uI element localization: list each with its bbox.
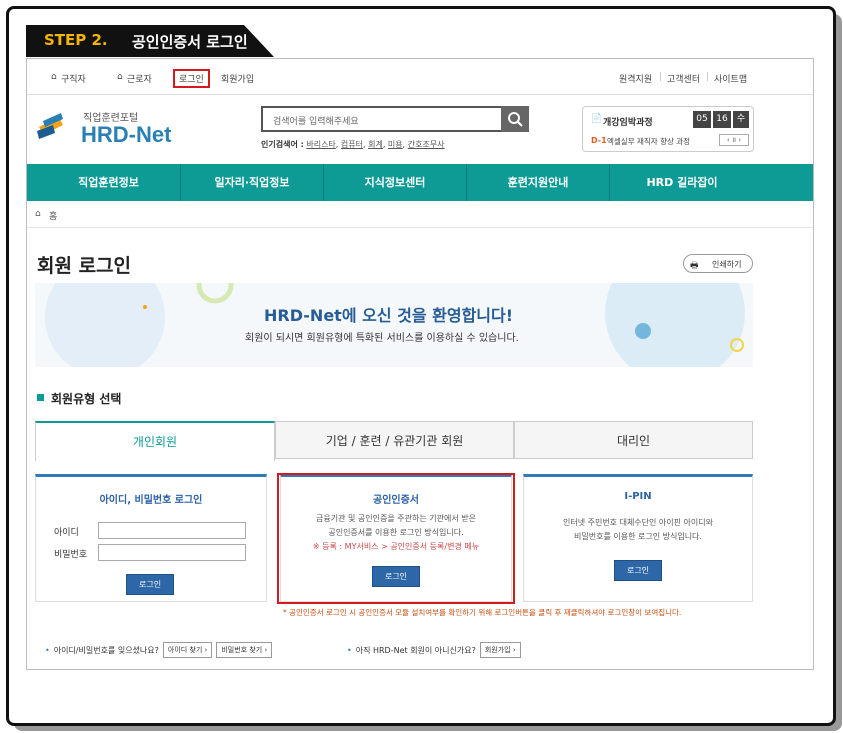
nav-job-info[interactable]: 일자리·직업정보: [181, 164, 324, 201]
not-member-text: 아직 HRD-Net 회원이 아니신가요?: [355, 645, 476, 655]
opening-title: 개강임박과정: [603, 118, 653, 128]
search-icon: [508, 112, 523, 127]
search-input[interactable]: 검색어를 입력해주세요: [261, 106, 529, 132]
customer-center-link[interactable]: 고객센터: [667, 72, 700, 85]
nav-knowledge-center[interactable]: 지식정보센터: [324, 164, 467, 201]
highlight-box: [277, 473, 515, 604]
carousel-controls[interactable]: ‹ ॥ ›: [719, 134, 749, 146]
search-placeholder: 검색어를 입력해주세요: [273, 117, 359, 127]
join-button[interactable]: 회원가입 ›: [479, 642, 521, 658]
forgot-text: 아이디/비밀번호를 잊으셨나요?: [53, 645, 159, 655]
logo-icon: [37, 111, 67, 139]
id-login-title: 아이디, 비밀번호 로그인: [99, 495, 203, 506]
keyword-link[interactable]: 미용: [388, 140, 403, 149]
id-input[interactable]: [98, 522, 246, 539]
tab-agent[interactable]: 대리인: [514, 421, 753, 459]
welcome-subtitle: 회원이 되시면 회원유형에 특화된 서비스를 이용하실 수 있습니다.: [245, 333, 519, 344]
main-nav: 직업훈련정보 일자리·직업정보 지식정보센터 훈련지원안내 HRD 길라잡이: [27, 164, 813, 201]
ipin-login-card: I-PIN 인터넷 주민번호 대체수단인 아이핀 아이디와 비밀번호를 이용한 …: [523, 474, 753, 602]
print-label: 인쇄하기: [712, 260, 742, 269]
keyword-link[interactable]: 컴퓨터: [341, 140, 363, 149]
keyword-link[interactable]: 간호조무사: [408, 140, 445, 149]
nav-training-info[interactable]: 직업훈련정보: [37, 164, 181, 201]
breadcrumb-home[interactable]: 홈: [49, 209, 57, 222]
hrd-page: ⌂ 구직자 ⌂ 근로자 로그인 회원가입 원격지원 | 고객센터 | 사이트맵 …: [26, 58, 814, 670]
find-id-button[interactable]: 아이디 찾기 ›: [162, 642, 213, 658]
tab-personal[interactable]: 개인회원: [35, 421, 275, 461]
day-box: 05: [693, 111, 711, 128]
tab-company[interactable]: 기업 / 훈련 / 유관기관 회원: [275, 421, 514, 459]
keyword-link[interactable]: 바리스타: [306, 140, 335, 149]
weekday-box: 수: [733, 111, 749, 128]
password-label: 비밀번호: [54, 550, 88, 560]
step-number: STEP 2.: [44, 31, 108, 49]
popular-keywords: 인기검색어 : 바리스타, 컴퓨터, 회계, 미용, 간호조무사: [261, 140, 445, 149]
opening-course[interactable]: 엑셀실무 재직자 향상 과정: [607, 136, 690, 147]
home-icon: ⌂: [35, 209, 41, 219]
welcome-title: HRD-Net에 오신 것을 환영합니다!: [264, 306, 514, 325]
divider: |: [659, 72, 663, 82]
home-icon: ⌂: [117, 72, 123, 82]
find-account-row: • 아이디/비밀번호를 잊으셨나요? 아이디 찾기 › 비밀번호 찾기 ›: [45, 642, 273, 658]
nav-training-support[interactable]: 훈련지원안내: [467, 164, 610, 201]
print-button[interactable]: 🖶 인쇄하기: [683, 254, 753, 273]
signup-link[interactable]: 회원가입: [221, 72, 254, 85]
d-day: D-1: [591, 136, 607, 145]
logo-name[interactable]: HRD-Net: [81, 122, 171, 148]
step-banner: STEP 2. 공인인증서 로그인: [26, 25, 274, 57]
top-nav: ⌂ 구직자 ⌂ 근로자 로그인 회원가입 원격지원 | 고객센터 | 사이트맵: [27, 59, 813, 95]
popular-label: 인기검색어 :: [261, 140, 304, 149]
day-box: 16: [713, 111, 731, 128]
login-link[interactable]: 로그인: [173, 69, 210, 88]
password-input[interactable]: [98, 544, 246, 561]
keyword-link[interactable]: 회계: [368, 140, 383, 149]
bullet-icon: •: [45, 645, 50, 655]
printer-icon: 🖶: [690, 261, 699, 271]
ipin-desc-2: 비밀번호를 이용한 로그인 방식입니다.: [574, 532, 702, 541]
ipin-login-button[interactable]: 로그인: [613, 560, 663, 581]
home-icon: ⌂: [51, 72, 57, 82]
id-login-button[interactable]: 로그인: [126, 574, 175, 595]
bullet-icon: •: [347, 645, 352, 655]
member-type-tabs: 개인회원 기업 / 훈련 / 유관기관 회원 대리인: [35, 421, 753, 461]
jobseeker-link[interactable]: 구직자: [61, 72, 86, 85]
ipin-title: I-PIN: [624, 491, 652, 502]
worker-link[interactable]: 근로자: [127, 72, 152, 85]
breadcrumb: ⌂ 홈: [27, 201, 813, 228]
signup-row: • 아직 HRD-Net 회원이 아니신가요? 회원가입 ›: [347, 642, 521, 658]
cert-notice: * 공인인증서 로그인 시 공인인증서 모듈 설치여부를 확인하기 위해 로그인…: [283, 608, 682, 617]
section-title: 회원유형 선택: [51, 392, 122, 406]
id-label: 아이디: [54, 528, 79, 538]
sitemap-link[interactable]: 사이트맵: [714, 72, 747, 85]
id-login-card: 아이디, 비밀번호 로그인 아이디 비밀번호 로그인: [35, 474, 267, 602]
welcome-banner: HRD-Net에 오신 것을 환영합니다! 회원이 되시면 회원유형에 특화된 …: [35, 283, 753, 367]
doc-icon: 📄: [591, 114, 603, 124]
find-pw-button[interactable]: 비밀번호 찾기 ›: [216, 642, 273, 658]
search-button[interactable]: [501, 106, 529, 132]
nav-hrd-guide[interactable]: HRD 길라잡이: [610, 164, 754, 201]
section-bullet-icon: [37, 394, 44, 401]
remote-support-link[interactable]: 원격지원: [619, 72, 652, 85]
page-title: 회원 로그인: [37, 255, 132, 277]
ipin-desc-1: 인터넷 주민번호 대체수단인 아이핀 아이디와: [562, 518, 713, 527]
step-title: 공인인증서 로그인: [132, 33, 248, 51]
divider: |: [706, 72, 710, 82]
opening-course-box: 📄 개강임박과정 05 16 수 D-1 엑셀실무 재직자 향상 과정 ‹ ॥ …: [582, 106, 754, 152]
